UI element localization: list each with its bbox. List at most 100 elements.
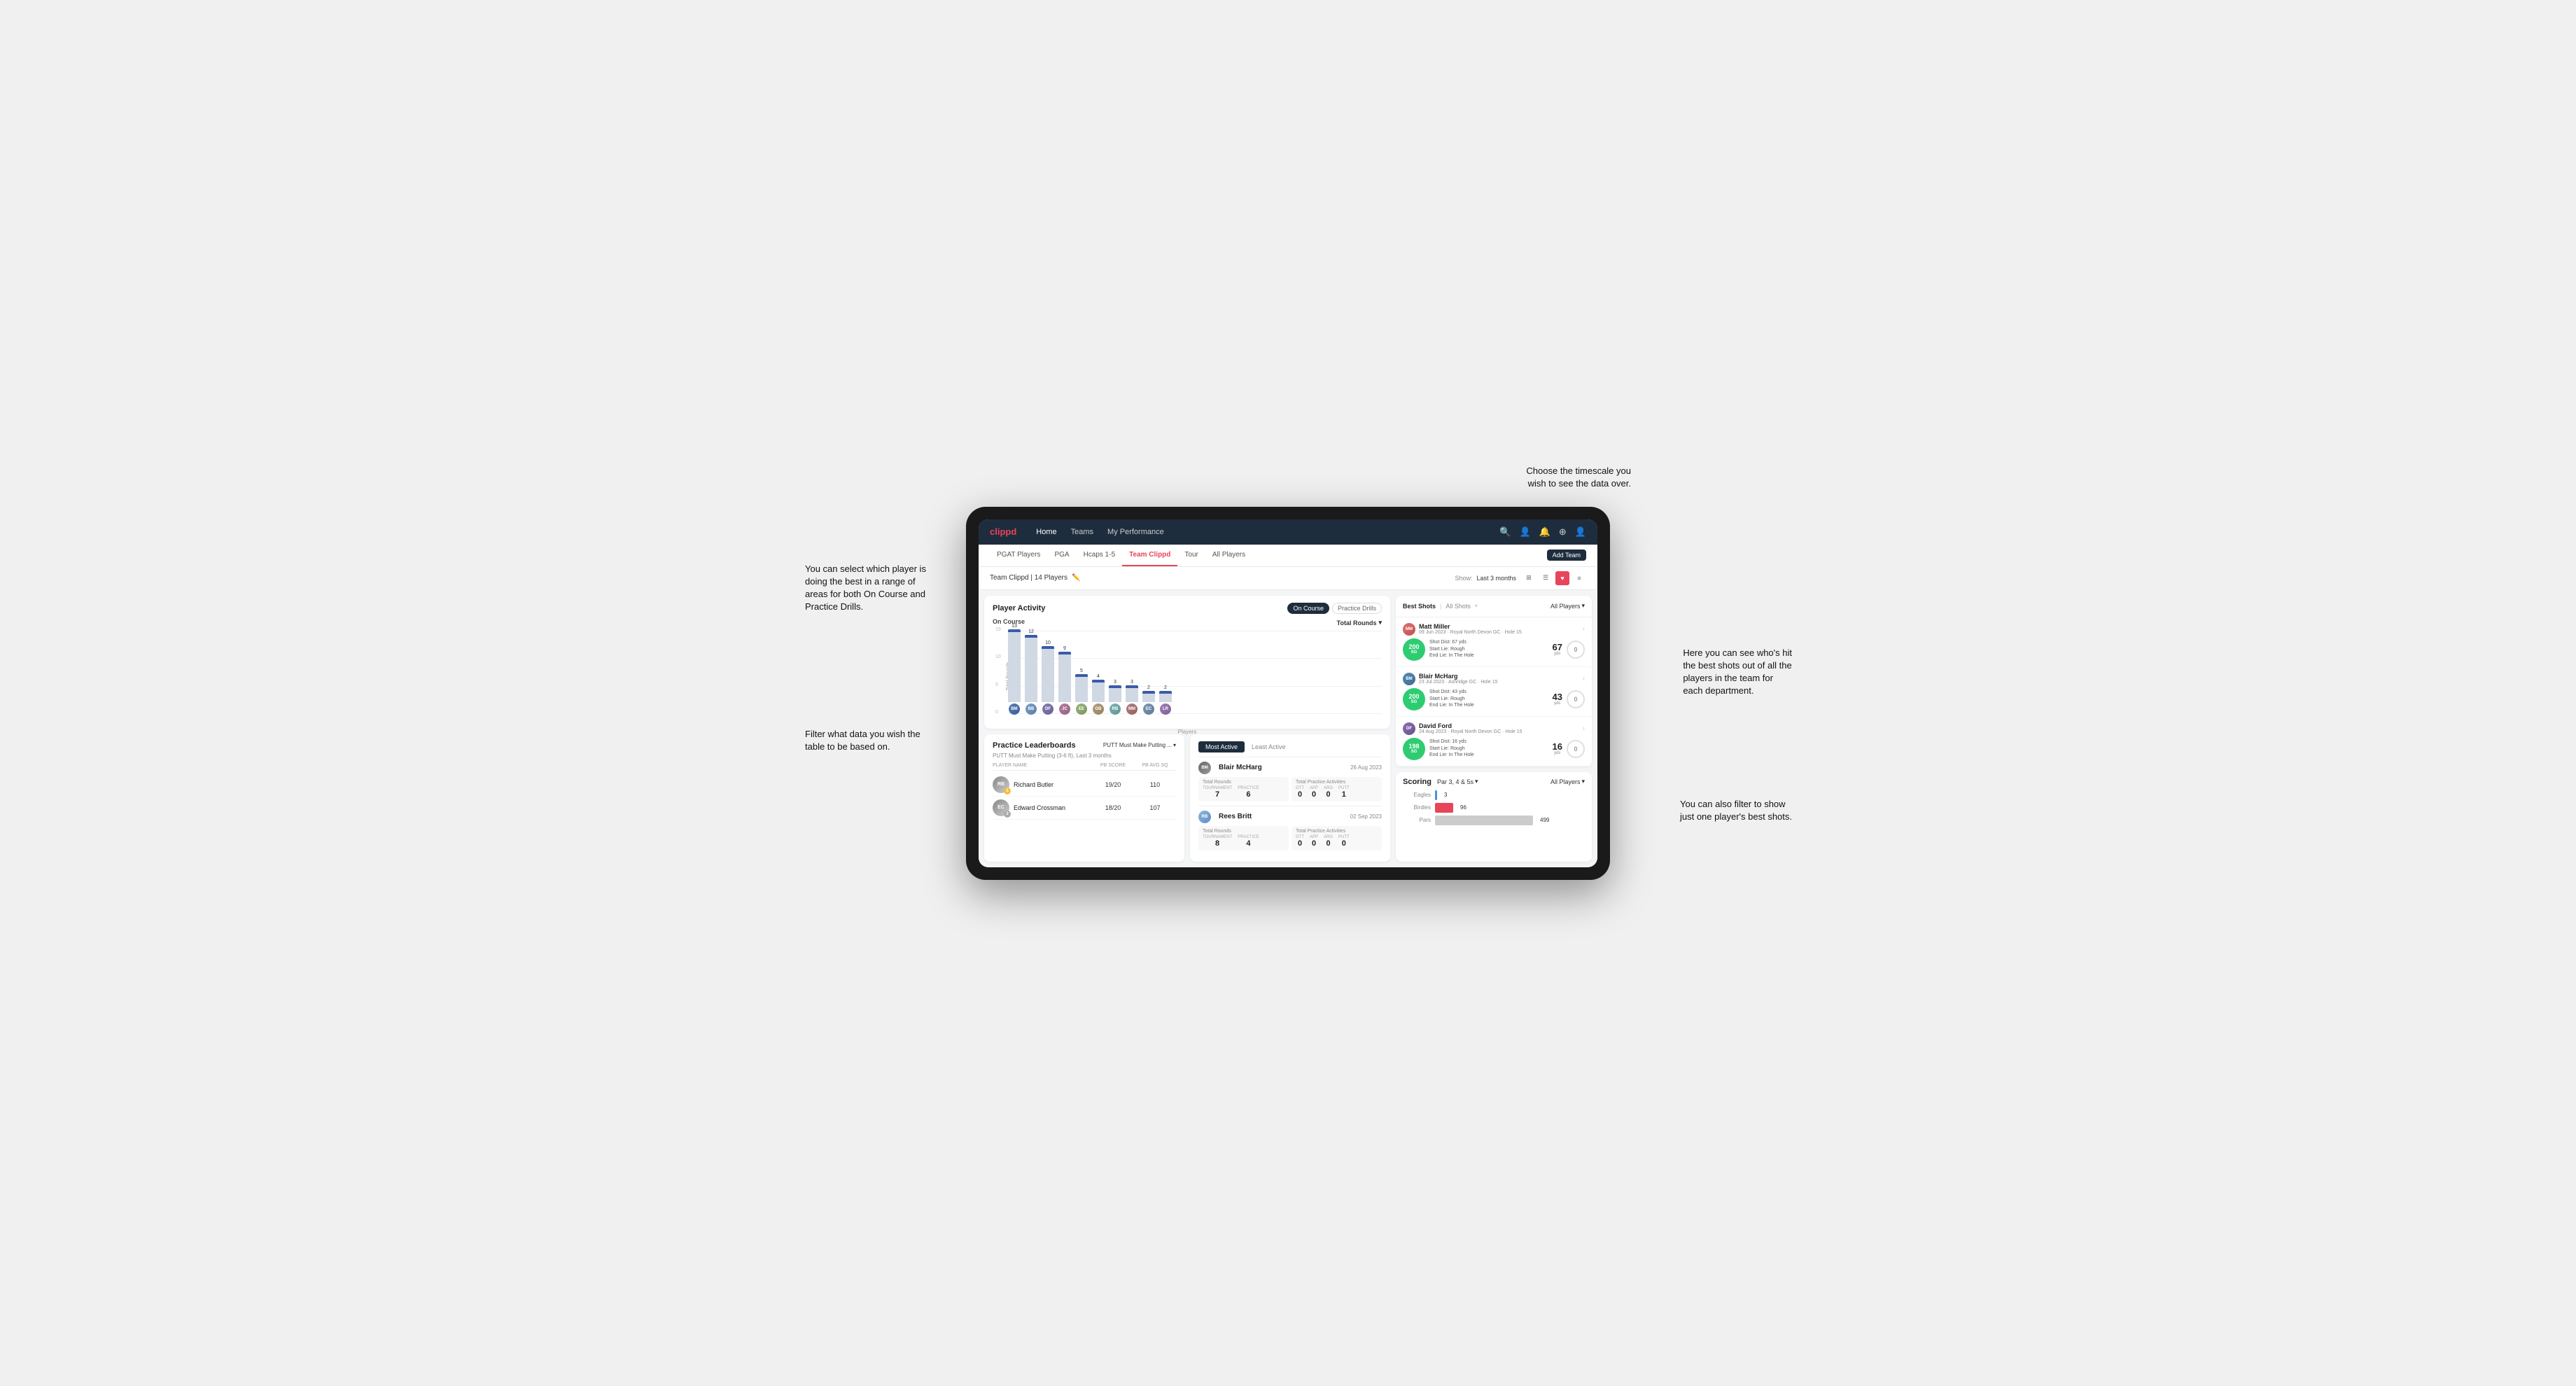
scoring-filter1[interactable]: Par 3, 4 & 5s ▾	[1437, 778, 1478, 785]
player-row-edward: EC 2 Edward Crossman 18/20 107	[993, 797, 1176, 820]
pa-practice-val-blair: 6	[1238, 790, 1259, 799]
total-rounds-area: Total Rounds ▾	[1337, 619, 1382, 626]
shot-text-david: Shot Dist: 16 yds Start Lie: Rough End L…	[1429, 738, 1548, 759]
leaderboard-filter[interactable]: PUTT Must Make Putting ... ▾	[1103, 742, 1176, 748]
bell-icon[interactable]: 🔔	[1539, 526, 1550, 538]
tab-practice-drills[interactable]: Practice Drills	[1332, 603, 1382, 614]
shot-text-blair: Shot Dist: 43 yds Start Lie: Rough End L…	[1429, 689, 1548, 709]
pa-gtt-val-blair: 0	[1296, 790, 1304, 799]
player-row-richard: RB 1 Richard Butler 19/20 110	[993, 774, 1176, 797]
shot-player-name-blair: Blair McHarg	[1419, 673, 1498, 680]
score-richard: 19/20	[1092, 781, 1134, 788]
nav-my-performance[interactable]: My Performance	[1107, 528, 1164, 536]
tab-tour[interactable]: Tour	[1177, 544, 1205, 566]
pa-practice-val-rees: 4	[1238, 839, 1259, 848]
pa-activities-blair: Total Practice Activities GTT 0 APP	[1292, 777, 1382, 802]
bar-label-9: 9	[1063, 646, 1066, 651]
pa-app-rees: APP 0	[1310, 835, 1318, 848]
bar-label-3b: 3	[1130, 680, 1133, 685]
tab-pgat-players[interactable]: PGAT Players	[990, 544, 1047, 566]
shots-chevron: ▾	[1475, 603, 1478, 609]
show-select[interactable]: Last 3 months	[1476, 575, 1516, 582]
avatar-bm: BM	[1009, 704, 1020, 715]
edit-icon[interactable]: ✏️	[1072, 574, 1080, 582]
tab-all-shots[interactable]: All Shots	[1446, 601, 1471, 611]
avatar-ob: OB	[1093, 704, 1104, 715]
pa-name-blair: Blair McHarg	[1219, 764, 1262, 771]
pa-stats-rees: Total Rounds Tournament 8 Practice	[1198, 826, 1382, 850]
sub-nav-right: Add Team	[1547, 550, 1586, 561]
pa-name-rees: Rees Britt	[1219, 813, 1252, 820]
pa-header-blair: BM Blair McHarg 26 Aug 2023	[1198, 762, 1382, 774]
player-name-edward: Edward Crossman	[1014, 804, 1065, 811]
tablet-frame: clippd Home Teams My Performance 🔍 👤 🔔 ⊕…	[966, 507, 1610, 880]
pa-arg-rees: ARG 0	[1324, 835, 1333, 848]
bar-ob: 4 OB	[1092, 674, 1105, 715]
table-icon[interactable]: ≡	[1572, 571, 1586, 585]
tab-hcaps[interactable]: Hcaps 1-5	[1077, 544, 1123, 566]
tab-all-players[interactable]: All Players	[1205, 544, 1252, 566]
shot-stat-zero-david: 0	[1567, 740, 1585, 758]
bar-label-2b: 2	[1164, 685, 1167, 690]
avatar-edward: EC 2	[993, 799, 1009, 816]
pa-putt-val-blair: 1	[1338, 790, 1350, 799]
scoring-filter2[interactable]: All Players ▾	[1550, 778, 1585, 785]
bar-ec-fill	[1142, 691, 1155, 702]
bar-label-13: 13	[1011, 624, 1017, 629]
shot-details-matt: 200 SG Shot Dist: 67 yds Start Lie: Roug…	[1403, 638, 1585, 661]
shot-entry-david[interactable]: DF David Ford 24 Aug 2023 · Royal North …	[1396, 717, 1592, 766]
pa-activities-rees: Total Practice Activities GTT 0 APP	[1292, 826, 1382, 850]
pa-date-rees: 02 Sep 2023	[1350, 813, 1382, 820]
plus-icon[interactable]: ⊕	[1559, 526, 1567, 538]
grid-icon[interactable]: ⊞	[1522, 571, 1536, 585]
search-icon[interactable]: 🔍	[1499, 526, 1511, 538]
pa-tournament-rees: Tournament 8	[1203, 835, 1232, 848]
avg-richard: 110	[1134, 781, 1176, 788]
tab-most-active[interactable]: Most Active	[1198, 741, 1245, 752]
card-icon[interactable]: ♥	[1555, 571, 1569, 585]
scoring-title: Scoring	[1403, 778, 1432, 786]
tab-least-active[interactable]: Least Active	[1245, 741, 1293, 752]
scoring-bar-eagles	[1435, 790, 1437, 800]
team-header: Team Clippd | 14 Players ✏️ Show: Last 3…	[979, 567, 1597, 590]
shot-player-name-david: David Ford	[1419, 722, 1522, 729]
bs-tabs: Best Shots | All Shots ▾	[1403, 601, 1478, 611]
add-team-button[interactable]: Add Team	[1547, 550, 1586, 561]
profile-icon[interactable]: 👤	[1520, 526, 1531, 538]
scoring-val-birdies: 96	[1460, 804, 1466, 811]
left-column: Player Activity On Course Practice Drill…	[984, 596, 1390, 862]
scoring-row-pars: Pars 499	[1403, 816, 1585, 825]
tab-team-clippd[interactable]: Team Clippd	[1122, 544, 1177, 566]
shot-entry-blair[interactable]: BM Blair McHarg 23 Jul 2023 · Ashridge G…	[1396, 667, 1592, 717]
all-players-filter[interactable]: All Players ▾	[1550, 602, 1585, 610]
shot-stat-zero-blair: 0	[1567, 690, 1585, 708]
total-rounds-select[interactable]: Total Rounds ▾	[1337, 619, 1382, 626]
pa-rounds-cols-rees: Tournament 8 Practice 4	[1203, 835, 1284, 848]
nav-teams[interactable]: Teams	[1071, 528, 1093, 536]
most-active-card: Most Active Least Active BM Blair McHarg…	[1190, 734, 1390, 862]
activity-row-rees: RB Rees Britt 02 Sep 2023 Total Rounds	[1198, 806, 1382, 855]
view-icons: ⊞ ☰ ♥ ≡	[1522, 571, 1586, 585]
tab-best-shots[interactable]: Best Shots	[1403, 601, 1436, 611]
pa-practice-blair: Practice 6	[1238, 786, 1259, 799]
pa-putt-val-rees: 0	[1338, 839, 1350, 848]
shot-player-row-blair: BM Blair McHarg 23 Jul 2023 · Ashridge G…	[1403, 673, 1585, 685]
leaderboard-title: Practice Leaderboards	[993, 741, 1076, 750]
bar-mm-fill	[1126, 685, 1138, 702]
tab-pga[interactable]: PGA	[1047, 544, 1076, 566]
tablet-screen: clippd Home Teams My Performance 🔍 👤 🔔 ⊕…	[979, 519, 1597, 867]
scoring-header: Scoring Par 3, 4 & 5s ▾ All Players ▾	[1403, 778, 1585, 786]
shot-player-row-david: DF David Ford 24 Aug 2023 · Royal North …	[1403, 722, 1585, 735]
practice-leaderboards-card: Practice Leaderboards PUTT Must Make Put…	[984, 734, 1184, 862]
avg-edward: 107	[1134, 804, 1176, 811]
main-content: Player Activity On Course Practice Drill…	[979, 590, 1597, 867]
shot-entry-matt[interactable]: MM Matt Miller 09 Jun 2023 · Royal North…	[1396, 617, 1592, 667]
list-icon[interactable]: ☰	[1539, 571, 1553, 585]
user-icon[interactable]: 👤	[1575, 526, 1586, 538]
avatar-jc: JC	[1059, 704, 1070, 715]
pa-rounds-blair: Total Rounds Tournament 7 Practice	[1198, 777, 1289, 802]
nav-home[interactable]: Home	[1036, 528, 1056, 536]
tab-on-course[interactable]: On Course	[1287, 603, 1329, 614]
avatar-richard: RB 1	[993, 776, 1009, 793]
pa-rounds-cols-blair: Tournament 7 Practice 6	[1203, 786, 1284, 799]
